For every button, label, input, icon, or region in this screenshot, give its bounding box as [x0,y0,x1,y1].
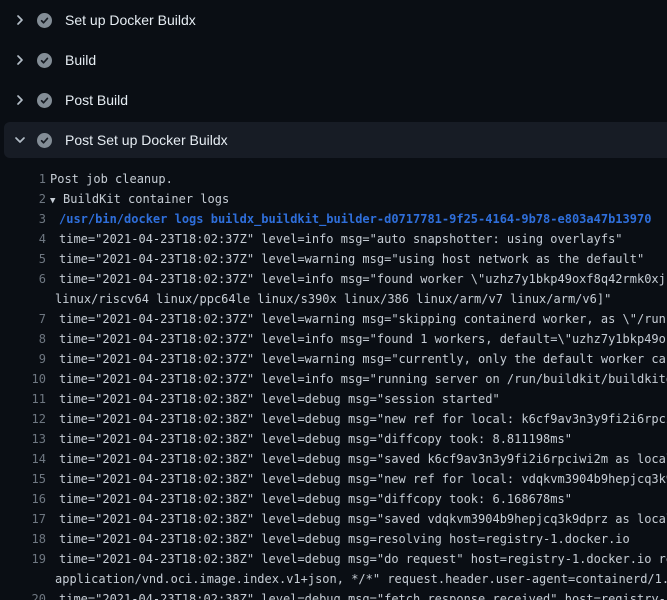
log-area: 1Post job cleanup.2▼BuildKit container l… [0,158,667,600]
log-text: time="2021-04-23T18:02:38Z" level=debug … [46,469,667,489]
line-number-link[interactable]: 16 [0,489,46,509]
line-number-link[interactable]: 15 [0,469,46,489]
log-row: 13time="2021-04-23T18:02:38Z" level=debu… [0,429,667,449]
chevron-down-icon [12,132,28,148]
log-row: 6time="2021-04-23T18:02:37Z" level=info … [0,269,667,289]
line-number-link[interactable]: 19 [0,549,46,569]
chevron-right-icon [12,92,28,108]
line-number-link[interactable]: 18 [0,529,46,549]
line-number-link[interactable]: 3 [0,209,46,229]
line-number-link[interactable]: 20 [0,589,46,600]
step-title: Build [65,52,96,68]
log-text: time="2021-04-23T18:02:37Z" level=info m… [46,329,667,349]
line-number-link[interactable]: 17 [0,509,46,529]
line-number-link [0,289,46,309]
line-number-link[interactable]: 11 [0,389,46,409]
log-row-continuation: linux/riscv64 linux/ppc64le linux/s390x … [0,289,667,309]
log-row: 15time="2021-04-23T18:02:38Z" level=debu… [0,469,667,489]
group-label: BuildKit container logs [63,192,229,206]
line-number-link[interactable]: 12 [0,409,46,429]
chevron-right-icon [12,52,28,68]
log-text: time="2021-04-23T18:02:38Z" level=debug … [46,589,667,600]
line-number-link[interactable]: 7 [0,309,46,329]
step-header-build[interactable]: Build [0,40,667,80]
log-text: time="2021-04-23T18:02:38Z" level=debug … [46,449,667,469]
log-text: time="2021-04-23T18:02:37Z" level=info m… [46,369,667,389]
log-text: time="2021-04-23T18:02:38Z" level=debug … [46,509,667,529]
log-row: 11time="2021-04-23T18:02:38Z" level=debu… [0,389,667,409]
check-circle-icon [37,133,52,148]
log-row: 8time="2021-04-23T18:02:37Z" level=info … [0,329,667,349]
log-text: time="2021-04-23T18:02:37Z" level=info m… [46,229,667,249]
step-title: Set up Docker Buildx [65,12,196,28]
log-text: time="2021-04-23T18:02:37Z" level=warnin… [46,309,667,329]
log-text: time="2021-04-23T18:02:38Z" level=debug … [46,529,667,549]
check-circle-icon [37,93,52,108]
log-row: 12time="2021-04-23T18:02:38Z" level=debu… [0,409,667,429]
step-title: Post Build [65,92,128,108]
line-number-link[interactable]: 6 [0,269,46,289]
line-number-link[interactable]: 2 [0,189,46,209]
line-number-link[interactable]: 8 [0,329,46,349]
log-row: 14time="2021-04-23T18:02:38Z" level=debu… [0,449,667,469]
step-header-post-build[interactable]: Post Build [0,80,667,120]
line-number-link[interactable]: 10 [0,369,46,389]
line-number-link[interactable]: 9 [0,349,46,369]
log-row: 3/usr/bin/docker logs buildx_buildkit_bu… [0,209,667,229]
log-text: time="2021-04-23T18:02:37Z" level=info m… [46,269,667,289]
actions-log-viewer: Set up Docker Buildx Build Post Build Post … [0,0,667,600]
line-number-link[interactable]: 1 [0,169,46,189]
chevron-right-icon [12,12,28,28]
line-number-link[interactable]: 5 [0,249,46,269]
log-row: 5time="2021-04-23T18:02:37Z" level=warni… [0,249,667,269]
log-text: time="2021-04-23T18:02:37Z" level=warnin… [46,349,667,369]
group-expanded-triangle-icon: ▼ [50,191,63,209]
log-row: 17time="2021-04-23T18:02:38Z" level=debu… [0,509,667,529]
step-header-set-up-docker-buildx[interactable]: Set up Docker Buildx [0,0,667,40]
log-command-text: /usr/bin/docker logs buildx_buildkit_bui… [46,209,667,229]
log-row: 2▼BuildKit container logs [0,189,667,209]
log-row: 20time="2021-04-23T18:02:38Z" level=debu… [0,589,667,600]
log-row: 10time="2021-04-23T18:02:37Z" level=info… [0,369,667,389]
log-text: time="2021-04-23T18:02:38Z" level=debug … [46,389,667,409]
check-circle-icon [37,13,52,28]
step-list: Set up Docker Buildx Build Post Build Post … [0,0,667,158]
log-text: time="2021-04-23T18:02:37Z" level=warnin… [46,249,667,269]
log-row: 16time="2021-04-23T18:02:38Z" level=debu… [0,489,667,509]
log-text: linux/riscv64 linux/ppc64le linux/s390x … [46,289,667,309]
log-text: application/vnd.oci.image.index.v1+json,… [46,569,667,589]
log-text: time="2021-04-23T18:02:38Z" level=debug … [46,549,667,569]
log-text: Post job cleanup. [46,169,667,189]
log-row-continuation: application/vnd.oci.image.index.v1+json,… [0,569,667,589]
log-row: 9time="2021-04-23T18:02:37Z" level=warni… [0,349,667,369]
log-row: 19time="2021-04-23T18:02:38Z" level=debu… [0,549,667,569]
log-row: 4time="2021-04-23T18:02:37Z" level=info … [0,229,667,249]
log-row: 7time="2021-04-23T18:02:37Z" level=warni… [0,309,667,329]
line-number-link[interactable]: 13 [0,429,46,449]
line-number-link[interactable]: 4 [0,229,46,249]
line-number-link [0,569,46,589]
check-circle-icon [37,53,52,68]
log-text: time="2021-04-23T18:02:38Z" level=debug … [46,489,667,509]
log-text: time="2021-04-23T18:02:38Z" level=debug … [46,409,667,429]
log-row: 1Post job cleanup. [0,169,667,189]
log-text: time="2021-04-23T18:02:38Z" level=debug … [46,429,667,449]
step-header-post-set-up-docker-buildx[interactable]: Post Set up Docker Buildx [4,122,667,158]
line-number-link[interactable]: 14 [0,449,46,469]
log-text[interactable]: ▼BuildKit container logs [46,189,667,209]
log-row: 18time="2021-04-23T18:02:38Z" level=debu… [0,529,667,549]
step-title: Post Set up Docker Buildx [65,132,228,148]
